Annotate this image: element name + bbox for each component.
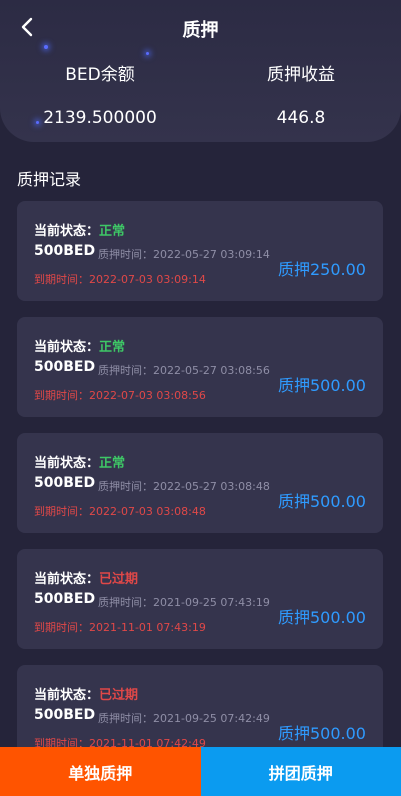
pledge-time: 质押时间：2022-05-27 03:08:48 — [98, 480, 270, 493]
record-list: 当前状态：正常 500BED 质押时间：2022-05-27 03:09:14 … — [17, 201, 383, 781]
pledge-amount: 质押500.00 — [278, 492, 366, 511]
balance-stat: BED余额 2139.500000 — [0, 60, 200, 128]
status-line: 当前状态：正常 — [34, 220, 125, 239]
record-amount: 500BED — [34, 707, 96, 723]
status-line: 当前状态：已过期 — [34, 568, 138, 587]
status-badge: 已过期 — [99, 572, 139, 587]
expire-time: 到期时间：2021-11-01 07:43:19 — [34, 621, 206, 634]
record-card[interactable]: 当前状态：已过期 500BED 质押时间：2021-09-25 07:43:19… — [17, 549, 383, 649]
page: 质押 BED余额 2139.500000 质押收益 446.8 质押记录 当前状… — [0, 0, 401, 796]
group-pledge-button[interactable]: 拼团质押 — [200, 747, 401, 796]
status-badge: 正常 — [99, 456, 126, 471]
status-badge: 已过期 — [99, 688, 139, 703]
balance-label: BED余额 — [65, 65, 135, 85]
pledge-amount: 质押500.00 — [278, 724, 366, 743]
status-line: 当前状态：已过期 — [34, 684, 138, 703]
pledge-time: 质押时间：2022-05-27 03:09:14 — [98, 248, 270, 261]
status-line: 当前状态：正常 — [34, 336, 125, 355]
record-amount: 500BED — [34, 591, 96, 607]
status-badge: 正常 — [99, 224, 126, 239]
single-pledge-button[interactable]: 单独质押 — [0, 747, 201, 796]
record-amount: 500BED — [34, 359, 96, 375]
income-value: 446.8 — [276, 108, 326, 128]
record-card[interactable]: 当前状态：正常 500BED 质押时间：2022-05-27 03:08:48 … — [17, 433, 383, 533]
sparkle-icon — [146, 52, 149, 55]
status-label: 当前状态： — [34, 456, 100, 471]
record-amount: 500BED — [34, 475, 96, 491]
pledge-amount: 质押250.00 — [278, 260, 366, 279]
record-card[interactable]: 当前状态：正常 500BED 质押时间：2022-05-27 03:09:14 … — [17, 201, 383, 301]
record-amount: 500BED — [34, 243, 96, 259]
section-title: 质押记录 — [17, 170, 82, 189]
status-label: 当前状态： — [34, 340, 100, 355]
income-stat: 质押收益 446.8 — [201, 60, 401, 128]
status-badge: 正常 — [99, 340, 126, 355]
sparkle-icon — [44, 45, 48, 49]
pledge-amount: 质押500.00 — [278, 608, 366, 627]
balance-value: 2139.500000 — [43, 108, 157, 128]
income-label: 质押收益 — [267, 65, 335, 85]
status-label: 当前状态： — [34, 572, 100, 587]
pledge-time: 质押时间：2022-05-27 03:08:56 — [98, 364, 270, 377]
expire-time: 到期时间：2022-07-03 03:08:56 — [34, 389, 206, 402]
expire-time: 到期时间：2022-07-03 03:09:14 — [34, 273, 206, 286]
status-label: 当前状态： — [34, 688, 100, 703]
status-label: 当前状态： — [34, 224, 100, 239]
page-title: 质押 — [182, 20, 219, 41]
record-card[interactable]: 当前状态：正常 500BED 质押时间：2022-05-27 03:08:56 … — [17, 317, 383, 417]
pledge-amount: 质押500.00 — [278, 376, 366, 395]
pledge-time: 质押时间：2021-09-25 07:42:49 — [98, 712, 270, 725]
pledge-time: 质押时间：2021-09-25 07:43:19 — [98, 596, 270, 609]
expire-time: 到期时间：2022-07-03 03:08:48 — [34, 505, 206, 518]
header-panel: 质押 BED余额 2139.500000 质押收益 446.8 — [0, 0, 401, 142]
bottom-action-bar: 单独质押 拼团质押 — [0, 747, 401, 796]
status-line: 当前状态：正常 — [34, 452, 125, 471]
